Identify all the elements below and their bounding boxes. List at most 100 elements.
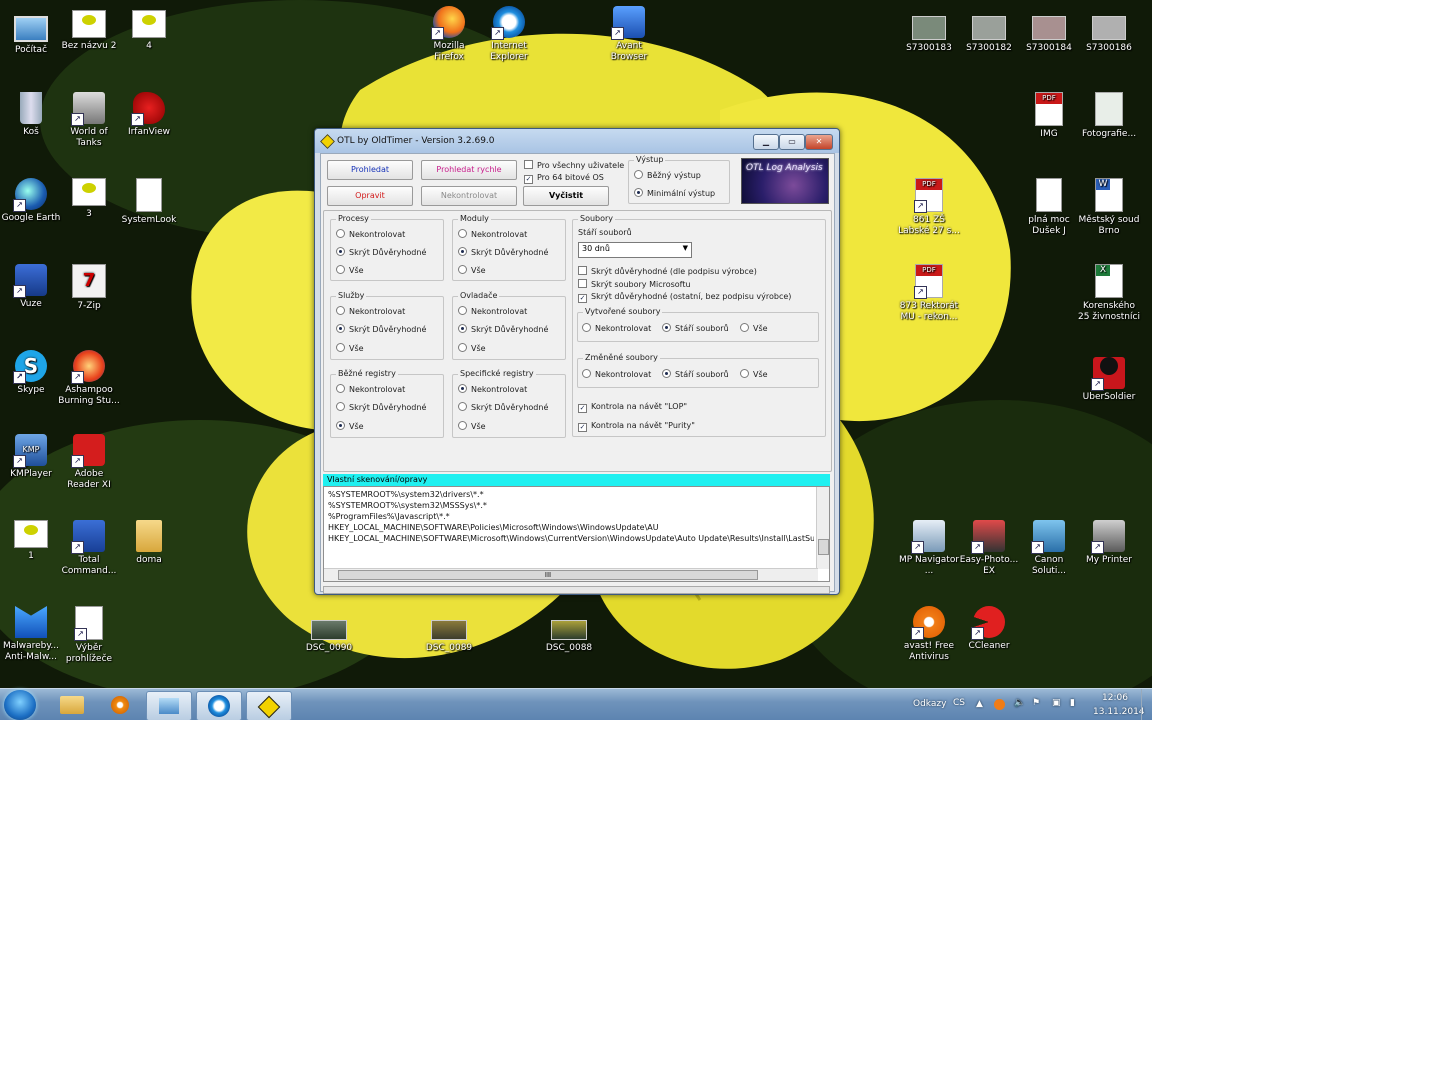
network-icon[interactable]: ▮ [1070,698,1075,708]
purity-check-checkbox[interactable]: ✓ Kontrola na návět "Purity" [578,421,695,432]
desktop-icon-dsc-0089[interactable]: DSC_0089 [418,620,480,654]
desktop-icon-1[interactable]: 1 [0,520,62,562]
hide-trusted-signed-checkbox[interactable]: Skrýt důvěryhodné (dle podpisu výrobce) [578,266,757,276]
desktop-icon-skype[interactable]: S ↗ Skype [0,350,62,396]
desktop-icon-ubersoldier[interactable]: ↗ UberSoldier [1078,350,1140,403]
desktop-icon-mp-navigator[interactable]: ↗ MP Navigator ... [898,520,960,577]
all-users-checkbox[interactable]: Pro všechny uživatele [524,160,624,170]
hide-trusted-unsigned-checkbox[interactable]: ✓ Skrýt důvěryhodné (ostatní, bez podpisu… [578,292,791,303]
extreg-no-scan-radio[interactable]: Nekontrolovat [458,384,527,394]
desktop-icon-7zip[interactable]: 7 7-Zip [58,264,120,312]
desktop-icon-ashampoo[interactable]: ↗ Ashampoo Burning Stu... [58,350,120,407]
stdreg-all-radio[interactable]: Vše [336,421,364,431]
services-hide-trusted-radio[interactable]: Skrýt Důvěryhodné [336,324,426,334]
64bit-checkbox[interactable]: ✓ Pro 64 bitové OS [524,173,604,184]
taskbar-app-1[interactable] [146,691,192,720]
clock-time[interactable]: 12:06 [1102,693,1128,703]
created-no-scan-radio[interactable]: Nekontrolovat [582,323,651,333]
desktop-icon-861-zs[interactable]: PDF ↗ 861 ZŠ Labské 27 s... [898,178,960,237]
taskbar-explorer[interactable] [50,691,94,719]
drivers-hide-trusted-radio[interactable]: Skrýt Důvěryhodné [458,324,548,334]
desktop-icon-world-of-tanks[interactable]: ↗ World of Tanks [58,92,120,149]
desktop-icon-my-printer[interactable]: ↗ My Printer [1078,520,1140,566]
close-button[interactable]: ✕ [805,134,833,150]
lop-check-checkbox[interactable]: ✓ Kontrola na návět "LOP" [578,402,687,413]
desktop-icon-internet-explorer[interactable]: ↗ Internet Explorer [478,6,540,63]
desktop-icon-3[interactable]: 3 [58,178,120,220]
avast-tray-icon[interactable] [994,699,1005,710]
desktop-icon-avast[interactable]: ↗ avast! Free Antivirus [898,606,960,663]
drivers-no-scan-radio[interactable]: Nekontrolovat [458,306,527,316]
desktop-icon-fotografie[interactable]: Fotografie... [1078,92,1140,140]
desktop-icon-s7300186[interactable]: S7300186 [1078,10,1140,54]
otl-titlebar[interactable]: OTL by OldTimer - Version 3.2.69.0 ▁ ▭ ✕ [315,129,839,153]
clock-date[interactable]: 13.11.2014 [1093,707,1145,717]
desktop-icon-dsc-0088[interactable]: DSC_0088 [538,620,600,654]
processes-no-scan-radio[interactable]: Nekontrolovat [336,229,405,239]
file-age-dropdown[interactable]: 30 dnů ▼ [578,242,692,258]
drivers-all-radio[interactable]: Vše [458,343,486,353]
desktop-icon-dsc-0090[interactable]: DSC_0090 [298,620,360,654]
otl-log-analysis-logo[interactable]: OTL Log Analysis [741,158,829,204]
desktop-icon-873-rektorat[interactable]: PDF ↗ 873 Rektorát MU - rekon... [898,264,960,323]
created-all-radio[interactable]: Vše [740,323,768,333]
desktop-icon-computer[interactable]: Počítač [0,10,62,56]
extreg-all-radio[interactable]: Vše [458,421,486,431]
desktop-icon-avant-browser[interactable]: ↗ Avant Browser [598,6,660,63]
desktop-icon-img-pdf[interactable]: PDF IMG [1018,92,1080,140]
scroll-thumb[interactable]: III [338,570,758,580]
desktop-icon-doma[interactable]: doma [118,520,180,566]
language-indicator[interactable]: CS [953,698,965,708]
minimize-button[interactable]: ▁ [753,134,779,150]
modified-file-age-radio[interactable]: Stáří souborů [662,369,729,379]
start-button[interactable] [4,690,36,720]
desktop-icon-easy-photoprint[interactable]: ↗ Easy-Photo... EX [958,520,1020,577]
desktop-icon-adobe-reader[interactable]: ↗ Adobe Reader XI [58,434,120,491]
show-desktop-button[interactable] [1141,689,1152,720]
services-no-scan-radio[interactable]: Nekontrolovat [336,306,405,316]
desktop-icon-kmplayer[interactable]: KMP ↗ KMPlayer [0,434,62,480]
desktop-icon-ccleaner[interactable]: ↗ CCleaner [958,606,1020,652]
stdreg-hide-trusted-radio[interactable]: Skrýt Důvěryhodné [336,402,426,412]
desktop-icon-s7300184[interactable]: S7300184 [1018,10,1080,54]
desktop-icon-vuze[interactable]: ↗ Vuze [0,264,62,310]
horizontal-scrollbar[interactable]: III [324,568,818,581]
vertical-scrollbar[interactable] [816,487,829,569]
minimal-output-radio[interactable]: Minimální výstup [634,188,715,198]
desktop-icon-s7300182[interactable]: S7300182 [958,10,1020,54]
desktop-icon-firefox[interactable]: ↗ Mozilla Firefox [418,6,480,63]
desktop-icon-total-commander[interactable]: ↗ Total Command... [58,520,120,577]
taskbar-media-player[interactable] [98,691,142,719]
modules-hide-trusted-radio[interactable]: Skrýt Důvěryhodné [458,247,548,257]
desktop-icon-google-earth[interactable]: ↗ Google Earth [0,178,62,224]
links-toolbar[interactable]: Odkazy [913,699,946,709]
no-scan-button[interactable]: Nekontrolovat [421,186,517,206]
scan-button[interactable]: Prohledat [327,160,413,180]
taskbar-otl[interactable] [246,691,292,720]
volume-icon[interactable]: 🔈 [1014,698,1025,708]
desktop-icon-recycle-bin[interactable]: Koš [0,92,62,138]
modified-no-scan-radio[interactable]: Nekontrolovat [582,369,651,379]
desktop-icon-malwarebytes[interactable]: Malwareby... Anti-Malw... [0,606,62,663]
standard-output-radio[interactable]: Běžný výstup [634,170,701,180]
desktop-icon-4[interactable]: 4 [118,10,180,52]
maximize-button[interactable]: ▭ [779,134,805,150]
desktop-icon-irfanview[interactable]: ↗ IrfanView [118,92,180,138]
modules-all-radio[interactable]: Vše [458,265,486,275]
modified-all-radio[interactable]: Vše [740,369,768,379]
processes-hide-trusted-radio[interactable]: Skrýt Důvěryhodné [336,247,426,257]
taskbar-internet-explorer[interactable] [196,691,242,720]
quick-scan-button[interactable]: Prohledat rychle [421,160,517,180]
modules-no-scan-radio[interactable]: Nekontrolovat [458,229,527,239]
desktop-icon-mestsky-soud[interactable]: W Městský soud Brno [1078,178,1140,237]
desktop-icon-systemlook[interactable]: SystemLook [118,178,180,226]
desktop-icon-plna-moc[interactable]: plná moc Dušek J [1018,178,1080,237]
extreg-hide-trusted-radio[interactable]: Skrýt Důvěryhodné [458,402,548,412]
created-file-age-radio[interactable]: Stáří souborů [662,323,729,333]
show-hidden-icons[interactable]: ▲ [976,699,983,709]
usb-device-icon[interactable]: ▣ [1052,698,1061,708]
clear-button[interactable]: Vyčistit [523,186,609,206]
services-all-radio[interactable]: Vše [336,343,364,353]
processes-all-radio[interactable]: Vše [336,265,364,275]
stdreg-no-scan-radio[interactable]: Nekontrolovat [336,384,405,394]
